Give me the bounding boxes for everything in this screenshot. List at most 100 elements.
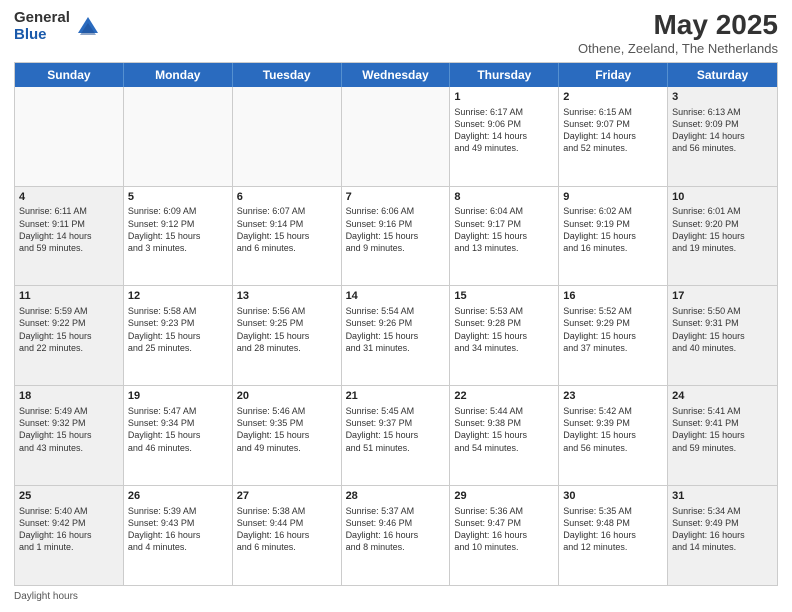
cal-cell-w1-d1	[15, 87, 124, 186]
cal-cell-w1-d2	[124, 87, 233, 186]
cal-cell-w3-d7: 17Sunrise: 5:50 AM Sunset: 9:31 PM Dayli…	[668, 286, 777, 385]
logo: General Blue	[14, 10, 102, 43]
day-number: 9	[563, 190, 663, 205]
cell-sun-info: Sunrise: 6:07 AM Sunset: 9:14 PM Dayligh…	[237, 205, 337, 254]
cell-sun-info: Sunrise: 6:13 AM Sunset: 9:09 PM Dayligh…	[672, 106, 773, 155]
cal-cell-w4-d7: 24Sunrise: 5:41 AM Sunset: 9:41 PM Dayli…	[668, 386, 777, 485]
cal-cell-w3-d5: 15Sunrise: 5:53 AM Sunset: 9:28 PM Dayli…	[450, 286, 559, 385]
cal-cell-w1-d3	[233, 87, 342, 186]
cell-sun-info: Sunrise: 5:44 AM Sunset: 9:38 PM Dayligh…	[454, 405, 554, 454]
day-number: 17	[672, 289, 773, 304]
cal-cell-w2-d7: 10Sunrise: 6:01 AM Sunset: 9:20 PM Dayli…	[668, 187, 777, 286]
cal-cell-w3-d6: 16Sunrise: 5:52 AM Sunset: 9:29 PM Dayli…	[559, 286, 668, 385]
day-number: 2	[563, 90, 663, 105]
cal-cell-w3-d4: 14Sunrise: 5:54 AM Sunset: 9:26 PM Dayli…	[342, 286, 451, 385]
calendar-week-4: 18Sunrise: 5:49 AM Sunset: 9:32 PM Dayli…	[15, 386, 777, 486]
cell-sun-info: Sunrise: 5:36 AM Sunset: 9:47 PM Dayligh…	[454, 505, 554, 554]
cal-cell-w4-d3: 20Sunrise: 5:46 AM Sunset: 9:35 PM Dayli…	[233, 386, 342, 485]
cell-sun-info: Sunrise: 5:38 AM Sunset: 9:44 PM Dayligh…	[237, 505, 337, 554]
cal-cell-w1-d5: 1Sunrise: 6:17 AM Sunset: 9:06 PM Daylig…	[450, 87, 559, 186]
cal-cell-w2-d5: 8Sunrise: 6:04 AM Sunset: 9:17 PM Daylig…	[450, 187, 559, 286]
cell-sun-info: Sunrise: 5:58 AM Sunset: 9:23 PM Dayligh…	[128, 305, 228, 354]
header-monday: Monday	[124, 63, 233, 87]
cal-cell-w3-d1: 11Sunrise: 5:59 AM Sunset: 9:22 PM Dayli…	[15, 286, 124, 385]
cal-cell-w4-d4: 21Sunrise: 5:45 AM Sunset: 9:37 PM Dayli…	[342, 386, 451, 485]
cal-cell-w2-d4: 7Sunrise: 6:06 AM Sunset: 9:16 PM Daylig…	[342, 187, 451, 286]
footer: Daylight hours	[14, 591, 778, 602]
cell-sun-info: Sunrise: 5:37 AM Sunset: 9:46 PM Dayligh…	[346, 505, 446, 554]
day-number: 18	[19, 389, 119, 404]
cal-cell-w5-d2: 26Sunrise: 5:39 AM Sunset: 9:43 PM Dayli…	[124, 486, 233, 585]
cell-sun-info: Sunrise: 5:56 AM Sunset: 9:25 PM Dayligh…	[237, 305, 337, 354]
day-number: 28	[346, 489, 446, 504]
day-number: 12	[128, 289, 228, 304]
cell-sun-info: Sunrise: 5:41 AM Sunset: 9:41 PM Dayligh…	[672, 405, 773, 454]
cal-cell-w5-d4: 28Sunrise: 5:37 AM Sunset: 9:46 PM Dayli…	[342, 486, 451, 585]
day-number: 16	[563, 289, 663, 304]
day-number: 24	[672, 389, 773, 404]
cal-cell-w2-d6: 9Sunrise: 6:02 AM Sunset: 9:19 PM Daylig…	[559, 187, 668, 286]
day-number: 1	[454, 90, 554, 105]
day-number: 25	[19, 489, 119, 504]
cell-sun-info: Sunrise: 5:49 AM Sunset: 9:32 PM Dayligh…	[19, 405, 119, 454]
calendar-week-3: 11Sunrise: 5:59 AM Sunset: 9:22 PM Dayli…	[15, 286, 777, 386]
cell-sun-info: Sunrise: 5:34 AM Sunset: 9:49 PM Dayligh…	[672, 505, 773, 554]
day-number: 19	[128, 389, 228, 404]
cal-cell-w5-d5: 29Sunrise: 5:36 AM Sunset: 9:47 PM Dayli…	[450, 486, 559, 585]
cell-sun-info: Sunrise: 5:54 AM Sunset: 9:26 PM Dayligh…	[346, 305, 446, 354]
day-number: 31	[672, 489, 773, 504]
cell-sun-info: Sunrise: 5:53 AM Sunset: 9:28 PM Dayligh…	[454, 305, 554, 354]
day-number: 3	[672, 90, 773, 105]
cal-cell-w1-d4	[342, 87, 451, 186]
day-number: 29	[454, 489, 554, 504]
cal-cell-w4-d1: 18Sunrise: 5:49 AM Sunset: 9:32 PM Dayli…	[15, 386, 124, 485]
cal-cell-w4-d6: 23Sunrise: 5:42 AM Sunset: 9:39 PM Dayli…	[559, 386, 668, 485]
cal-cell-w1-d7: 3Sunrise: 6:13 AM Sunset: 9:09 PM Daylig…	[668, 87, 777, 186]
cell-sun-info: Sunrise: 6:17 AM Sunset: 9:06 PM Dayligh…	[454, 106, 554, 155]
cal-cell-w2-d2: 5Sunrise: 6:09 AM Sunset: 9:12 PM Daylig…	[124, 187, 233, 286]
cell-sun-info: Sunrise: 5:47 AM Sunset: 9:34 PM Dayligh…	[128, 405, 228, 454]
calendar-header: Sunday Monday Tuesday Wednesday Thursday…	[15, 63, 777, 87]
day-number: 11	[19, 289, 119, 304]
title-location: Othene, Zeeland, The Netherlands	[578, 41, 778, 56]
day-number: 15	[454, 289, 554, 304]
day-number: 8	[454, 190, 554, 205]
title-month: May 2025	[578, 10, 778, 41]
logo-blue: Blue	[14, 27, 70, 44]
cell-sun-info: Sunrise: 6:09 AM Sunset: 9:12 PM Dayligh…	[128, 205, 228, 254]
day-number: 22	[454, 389, 554, 404]
cell-sun-info: Sunrise: 5:46 AM Sunset: 9:35 PM Dayligh…	[237, 405, 337, 454]
logo-general: General	[14, 10, 70, 27]
header-tuesday: Tuesday	[233, 63, 342, 87]
cell-sun-info: Sunrise: 5:35 AM Sunset: 9:48 PM Dayligh…	[563, 505, 663, 554]
calendar: Sunday Monday Tuesday Wednesday Thursday…	[14, 62, 778, 586]
cal-cell-w1-d6: 2Sunrise: 6:15 AM Sunset: 9:07 PM Daylig…	[559, 87, 668, 186]
header-wednesday: Wednesday	[342, 63, 451, 87]
cell-sun-info: Sunrise: 6:01 AM Sunset: 9:20 PM Dayligh…	[672, 205, 773, 254]
cell-sun-info: Sunrise: 5:59 AM Sunset: 9:22 PM Dayligh…	[19, 305, 119, 354]
day-number: 27	[237, 489, 337, 504]
title-block: May 2025 Othene, Zeeland, The Netherland…	[578, 10, 778, 56]
calendar-week-5: 25Sunrise: 5:40 AM Sunset: 9:42 PM Dayli…	[15, 486, 777, 585]
cal-cell-w3-d2: 12Sunrise: 5:58 AM Sunset: 9:23 PM Dayli…	[124, 286, 233, 385]
calendar-body: 1Sunrise: 6:17 AM Sunset: 9:06 PM Daylig…	[15, 87, 777, 585]
header: General Blue May 2025 Othene, Zeeland, T…	[14, 10, 778, 56]
header-thursday: Thursday	[450, 63, 559, 87]
cell-sun-info: Sunrise: 6:06 AM Sunset: 9:16 PM Dayligh…	[346, 205, 446, 254]
day-number: 21	[346, 389, 446, 404]
cell-sun-info: Sunrise: 6:11 AM Sunset: 9:11 PM Dayligh…	[19, 205, 119, 254]
calendar-week-1: 1Sunrise: 6:17 AM Sunset: 9:06 PM Daylig…	[15, 87, 777, 187]
cell-sun-info: Sunrise: 5:45 AM Sunset: 9:37 PM Dayligh…	[346, 405, 446, 454]
cal-cell-w4-d5: 22Sunrise: 5:44 AM Sunset: 9:38 PM Dayli…	[450, 386, 559, 485]
cal-cell-w4-d2: 19Sunrise: 5:47 AM Sunset: 9:34 PM Dayli…	[124, 386, 233, 485]
cell-sun-info: Sunrise: 5:52 AM Sunset: 9:29 PM Dayligh…	[563, 305, 663, 354]
cal-cell-w2-d3: 6Sunrise: 6:07 AM Sunset: 9:14 PM Daylig…	[233, 187, 342, 286]
day-number: 7	[346, 190, 446, 205]
day-number: 4	[19, 190, 119, 205]
cal-cell-w5-d7: 31Sunrise: 5:34 AM Sunset: 9:49 PM Dayli…	[668, 486, 777, 585]
logo-text: General Blue	[14, 10, 70, 43]
cell-sun-info: Sunrise: 5:40 AM Sunset: 9:42 PM Dayligh…	[19, 505, 119, 554]
cell-sun-info: Sunrise: 6:02 AM Sunset: 9:19 PM Dayligh…	[563, 205, 663, 254]
cell-sun-info: Sunrise: 5:39 AM Sunset: 9:43 PM Dayligh…	[128, 505, 228, 554]
cell-sun-info: Sunrise: 6:04 AM Sunset: 9:17 PM Dayligh…	[454, 205, 554, 254]
